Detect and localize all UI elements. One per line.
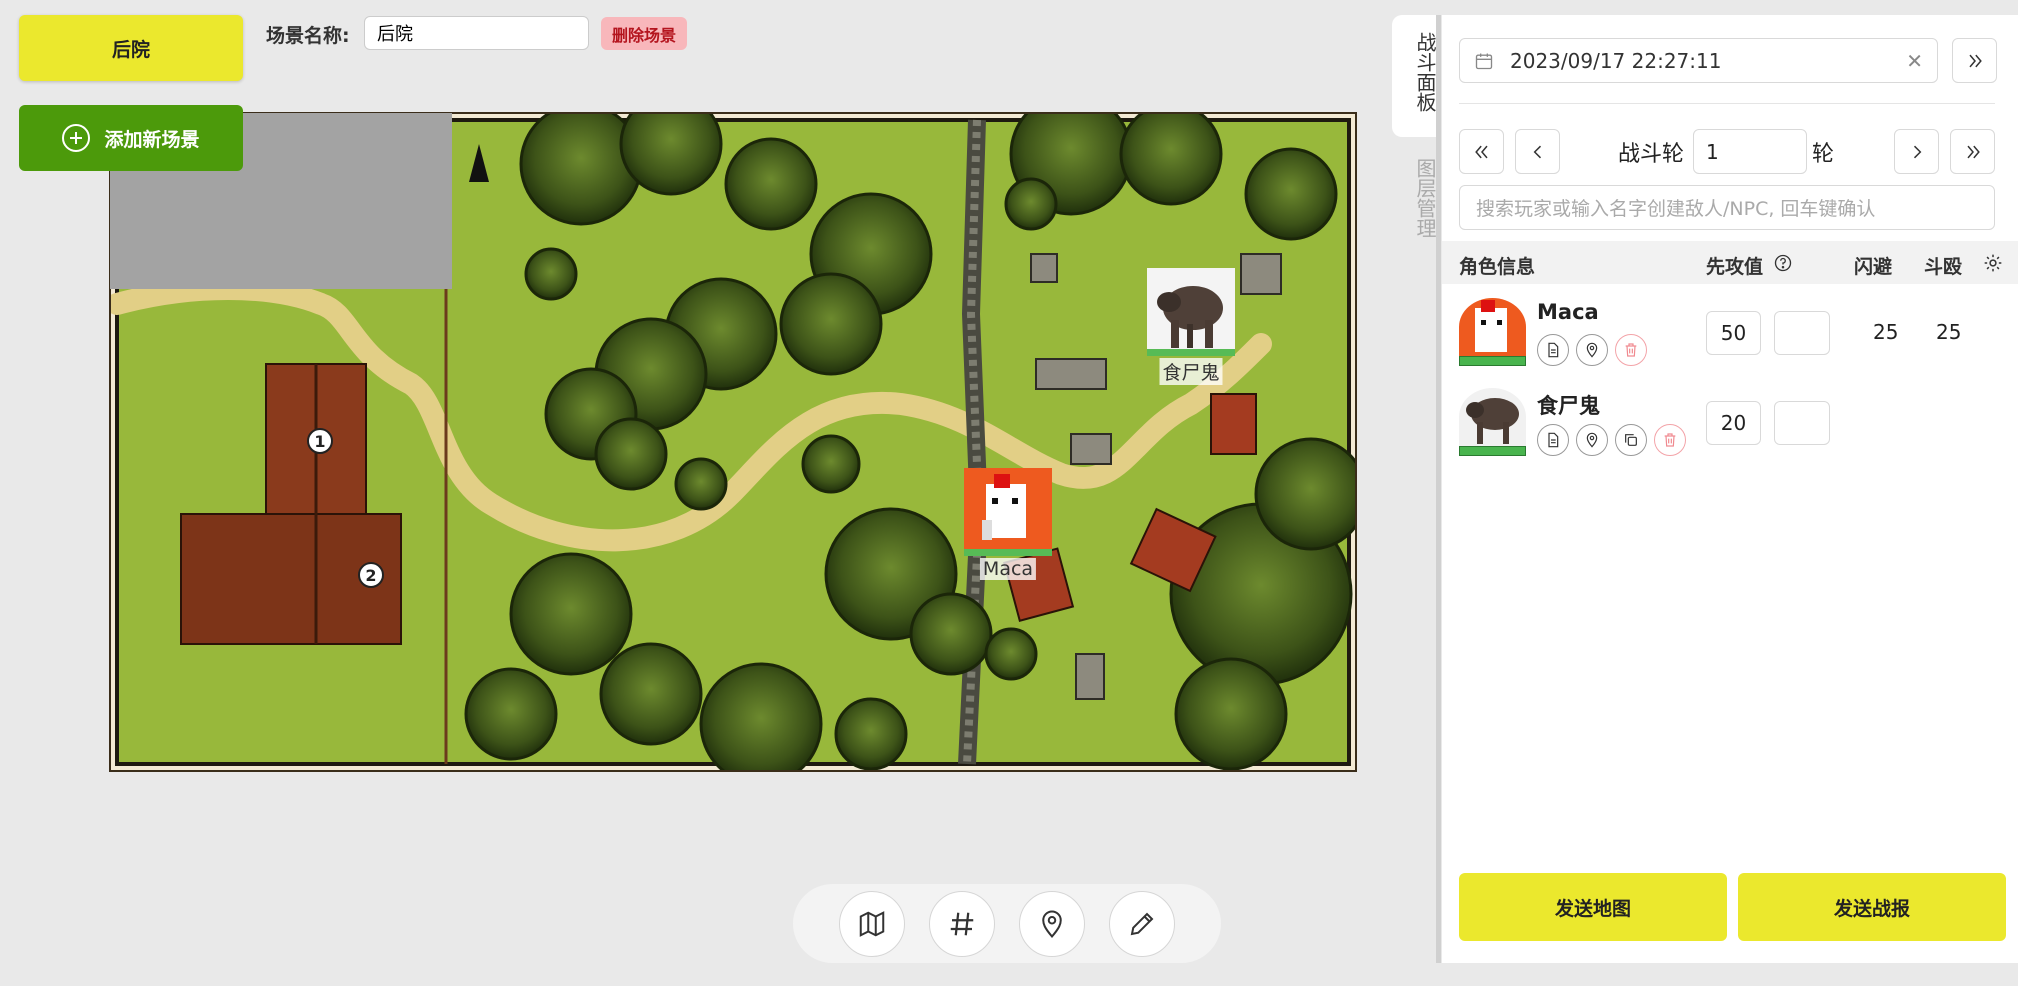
dp-value: 25: [1936, 320, 1962, 344]
delete-scene-button[interactable]: 删除场景: [601, 17, 688, 50]
chevron-right-icon: [1913, 145, 1921, 158]
help-icon[interactable]: [1774, 254, 1792, 272]
last-round-button[interactable]: [1950, 129, 1995, 174]
map-toolbar: [793, 884, 1221, 963]
add-scene-label: 添加新场景: [104, 128, 200, 151]
combatant-name: 食尸鬼: [1537, 394, 1600, 418]
add-scene-button[interactable]: 添加新场景: [19, 105, 243, 171]
duplicate-combatant-button[interactable]: [1615, 424, 1647, 456]
grid-tool-button[interactable]: [929, 890, 995, 957]
pin-tool-button[interactable]: [1019, 890, 1085, 957]
delete-combatant-button[interactable]: [1615, 334, 1647, 366]
ghoul-token-label: 食尸鬼: [1159, 358, 1223, 385]
double-chevron-right-icon: [1968, 54, 1982, 67]
col-initiative: 先攻值: [1706, 256, 1764, 278]
tab-layer-management[interactable]: 图层管理: [1392, 158, 1437, 238]
character-sheet-button[interactable]: [1537, 424, 1569, 456]
pencil-icon: [1130, 912, 1154, 935]
tab-battle-panel[interactable]: 战斗面板: [1392, 32, 1437, 112]
col-dp: 斗殴: [1924, 256, 1963, 278]
hp-bar: [1459, 356, 1526, 366]
ghoul-portrait-icon: [1147, 268, 1235, 356]
panel-separator: [1459, 103, 1995, 104]
first-round-button[interactable]: [1459, 129, 1504, 174]
avatar: [1459, 298, 1526, 356]
document-icon: [1548, 342, 1559, 358]
maca-token-hp-bar: [964, 549, 1052, 556]
prev-round-button[interactable]: [1515, 129, 1560, 174]
grid-icon: [950, 912, 974, 935]
location-icon: [1586, 342, 1598, 358]
col-dodge: 闪避: [1854, 256, 1893, 278]
trash-icon: [1664, 433, 1676, 447]
round-suffix: 轮: [1812, 142, 1835, 167]
send-map-button[interactable]: 发送地图: [1459, 873, 1727, 941]
pencil-tool-button[interactable]: [1109, 890, 1175, 957]
combatant-search-input[interactable]: 搜索玩家或输入名字创建敌人/NPC, 回车键确认: [1459, 185, 1995, 230]
delete-combatant-button[interactable]: [1654, 424, 1686, 456]
character-sheet-button[interactable]: [1537, 334, 1569, 366]
locate-button[interactable]: [1576, 334, 1608, 366]
combatant-table-header: 角色信息 先攻值 闪避 斗殴: [1442, 241, 2018, 284]
map-marker-1: 1: [307, 428, 333, 454]
collapse-panel-button[interactable]: [1952, 38, 1997, 83]
map-marker-2: 2: [358, 562, 384, 588]
map-token-ghoul[interactable]: 食尸鬼: [1147, 268, 1235, 386]
locate-button[interactable]: [1576, 424, 1608, 456]
round-input[interactable]: 1: [1693, 129, 1807, 174]
initiative-bonus-input[interactable]: [1774, 311, 1830, 355]
maca-portrait-icon: [964, 468, 1052, 556]
location-icon: [1586, 432, 1598, 448]
pin-icon: [1042, 910, 1062, 938]
gear-icon[interactable]: [1983, 253, 2003, 273]
initiative-bonus-input[interactable]: [1774, 401, 1830, 445]
calendar-icon: [1475, 53, 1493, 69]
battle-datetime-value: 2023/09/17 22:27:11: [1510, 48, 1722, 73]
round-label: 战斗轮: [1618, 142, 1685, 167]
avatar: [1459, 388, 1526, 446]
clear-date-icon[interactable]: ✕: [1906, 49, 1923, 73]
double-chevron-right-icon: [1966, 145, 1980, 158]
maca-token-label: Maca: [979, 558, 1037, 580]
initiative-input[interactable]: 20: [1706, 401, 1761, 445]
scene-name-input[interactable]: [364, 16, 589, 50]
map-tool-button[interactable]: [839, 890, 905, 957]
map-icon: [859, 910, 885, 937]
combatant-name: Maca: [1537, 300, 1599, 324]
dodge-value: 25: [1873, 320, 1899, 344]
hp-bar: [1459, 446, 1526, 456]
combatant-row: Maca 50 25 25: [1442, 286, 2018, 374]
double-chevron-left-icon: [1474, 145, 1488, 158]
ghoul-token-hp-bar: [1147, 349, 1235, 356]
map-token-maca[interactable]: Maca: [964, 468, 1052, 586]
combatant-row: 食尸鬼 20: [1442, 376, 2018, 464]
chevron-left-icon: [1533, 145, 1541, 158]
col-character-info: 角色信息: [1459, 256, 1536, 278]
panel-divider[interactable]: [1436, 15, 1441, 963]
document-icon: [1548, 432, 1559, 448]
copy-icon: [1625, 434, 1637, 446]
plus-circle-icon: [62, 124, 91, 152]
trash-icon: [1625, 343, 1637, 357]
initiative-input[interactable]: 50: [1706, 311, 1761, 355]
scene-tab-active[interactable]: 后院: [19, 15, 243, 81]
battle-datetime-picker[interactable]: 2023/09/17 22:27:11 ✕: [1459, 38, 1938, 83]
send-report-button[interactable]: 发送战报: [1738, 873, 2006, 941]
next-round-button[interactable]: [1894, 129, 1939, 174]
scene-name-label: 场景名称:: [266, 25, 350, 47]
